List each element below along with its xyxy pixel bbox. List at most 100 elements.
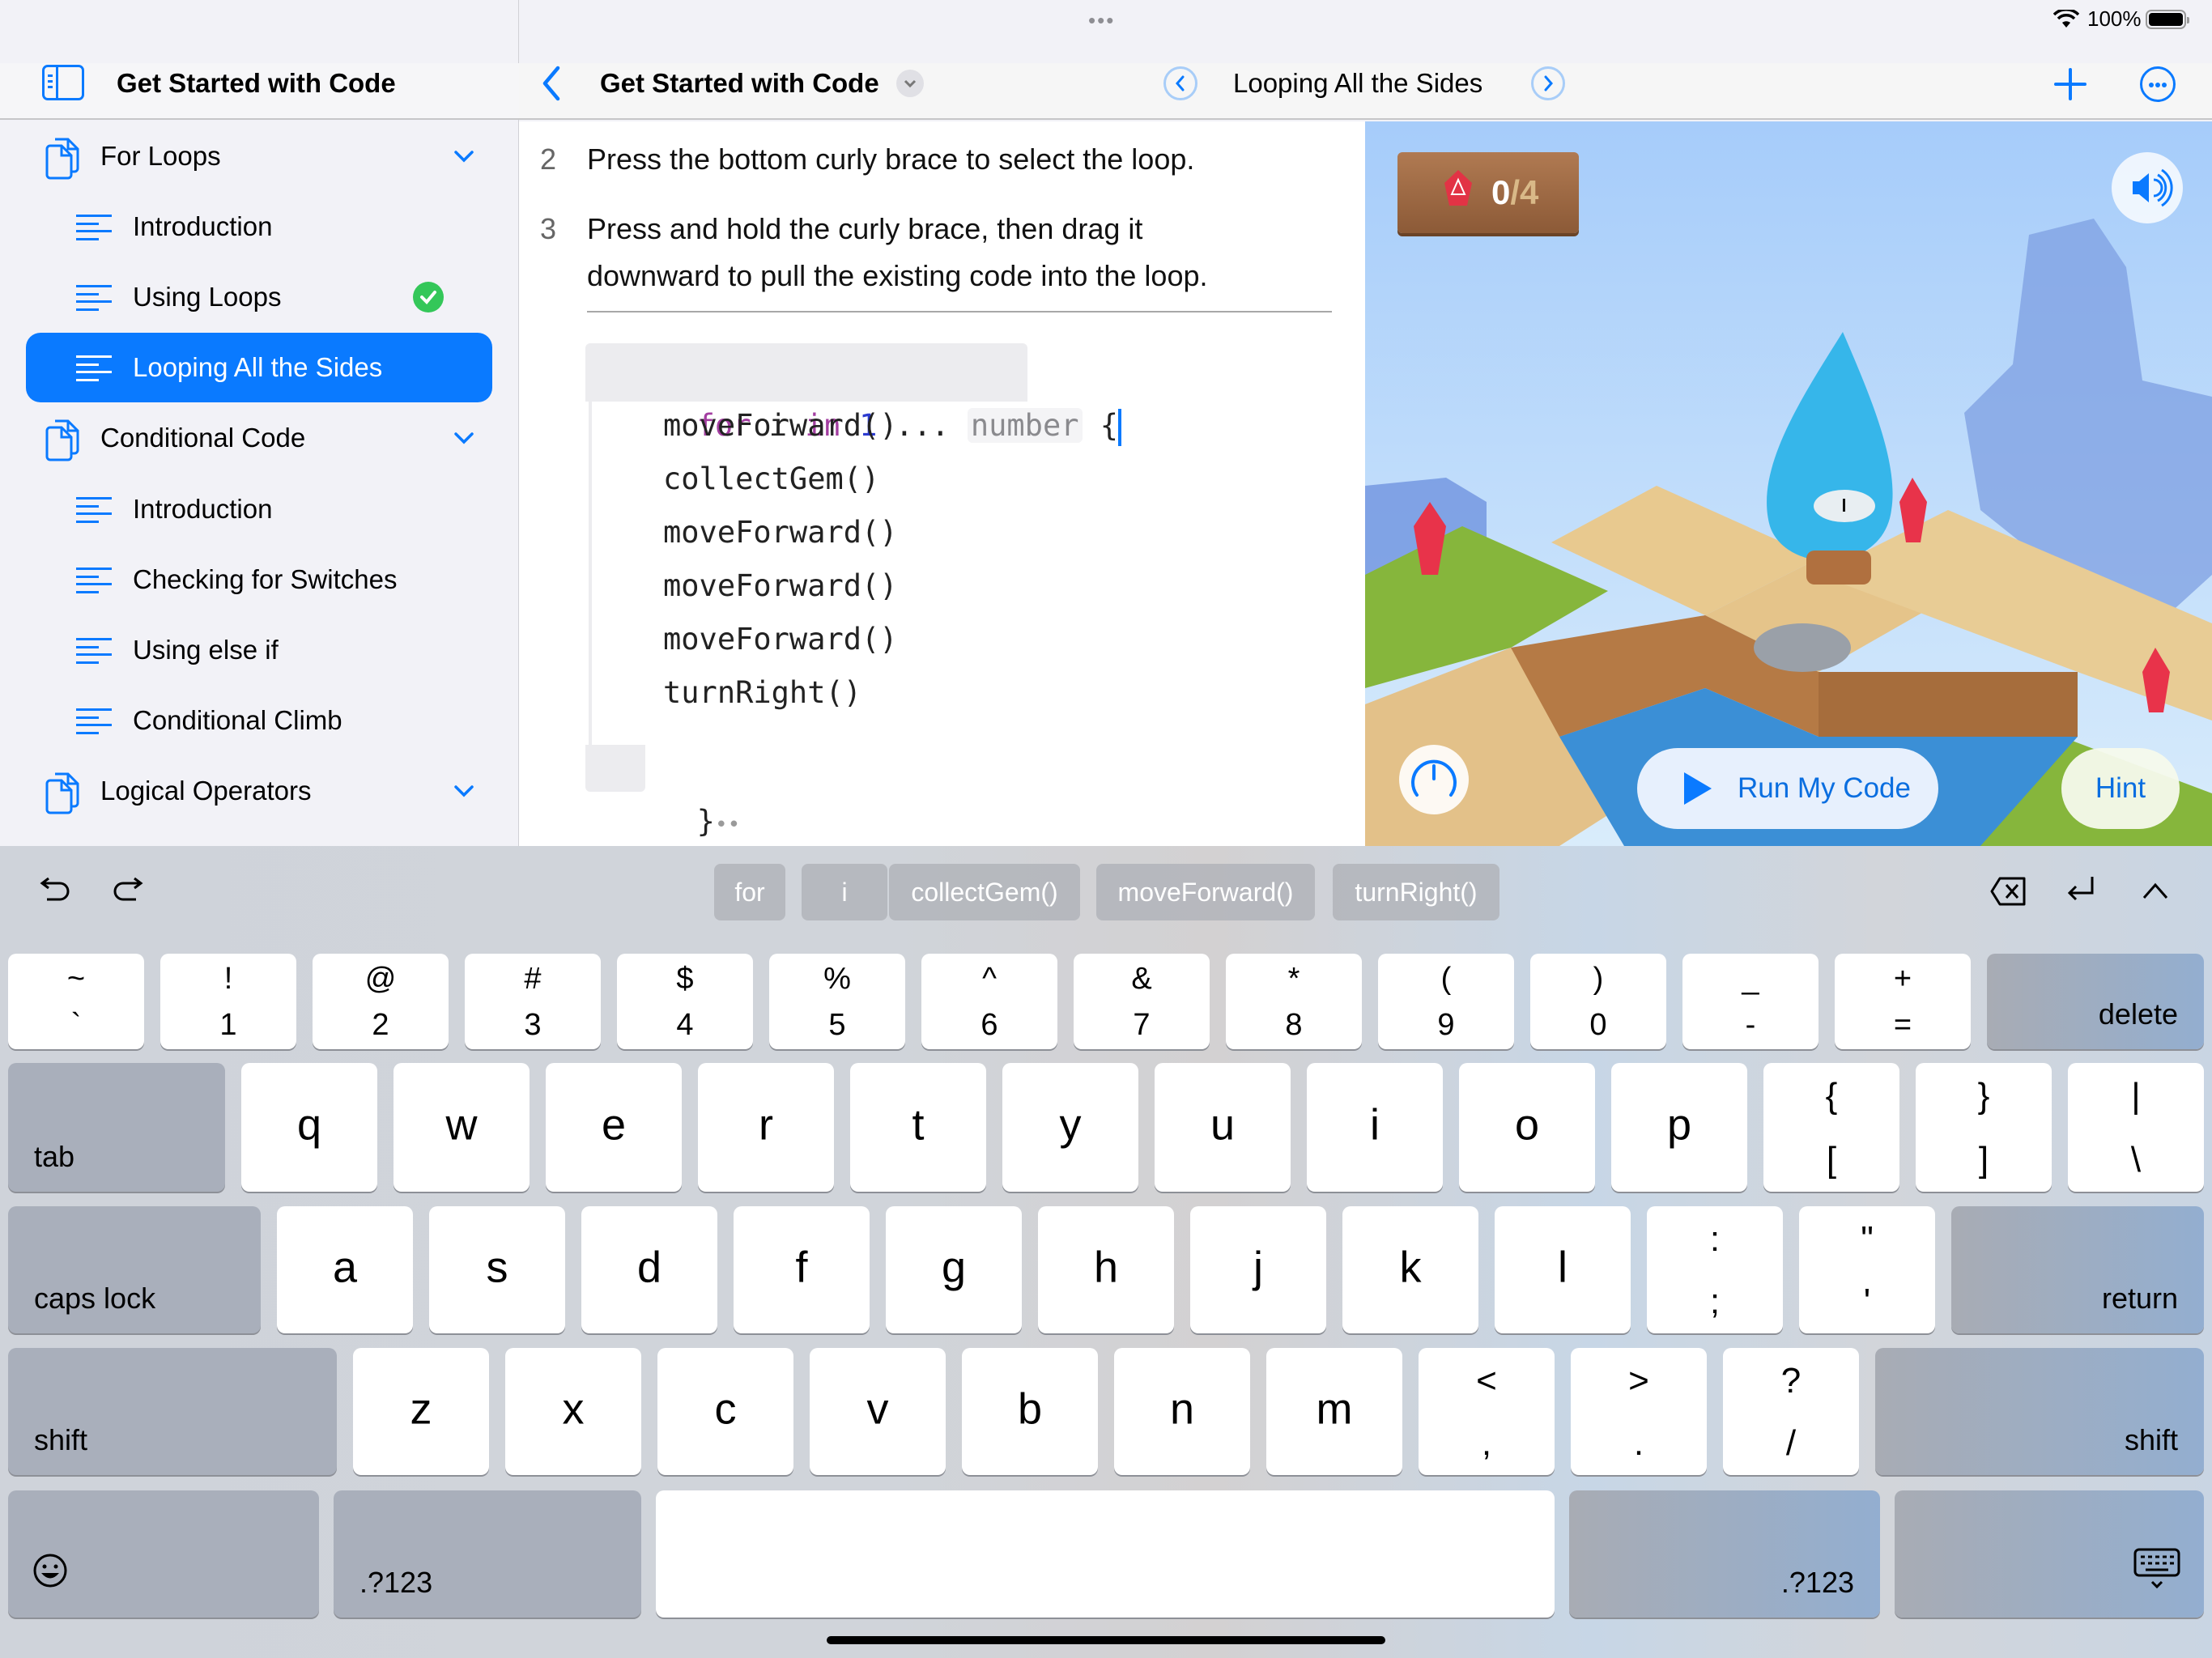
- key-f[interactable]: f: [734, 1206, 870, 1333]
- key-number-3[interactable]: #3: [465, 954, 601, 1049]
- number-placeholder[interactable]: number: [967, 408, 1083, 443]
- key-number-9[interactable]: (9: [1378, 954, 1514, 1049]
- key-c[interactable]: c: [657, 1348, 793, 1475]
- plus-icon[interactable]: [2054, 68, 2087, 100]
- delete-word-icon[interactable]: [1989, 875, 2027, 908]
- hide-keyboard-key[interactable]: [1895, 1490, 2204, 1618]
- key-q[interactable]: q: [241, 1063, 377, 1192]
- key-y[interactable]: y: [1002, 1063, 1138, 1192]
- sidebar-item-conditional-climb[interactable]: Conditional Climb: [26, 686, 492, 755]
- key-number-1[interactable]: ! 1: [160, 954, 296, 1049]
- book-title[interactable]: Get Started with Code: [600, 63, 879, 104]
- sidebar-item-using-loops[interactable]: Using Loops: [26, 262, 492, 332]
- key-s[interactable]: s: [429, 1206, 565, 1333]
- redo-icon[interactable]: [112, 875, 144, 908]
- key-bracket-2[interactable]: | \: [2068, 1063, 2204, 1192]
- sidebar-item-conditional-code[interactable]: Conditional Code: [26, 403, 492, 473]
- code-line-statement[interactable]: moveForward(): [663, 399, 898, 453]
- code-line-statement[interactable]: turnRight(): [663, 666, 861, 720]
- live-view[interactable]: 0/4 Run My Code Hint: [1365, 121, 2212, 846]
- emoji-key[interactable]: [8, 1490, 319, 1618]
- key-p[interactable]: p: [1611, 1063, 1747, 1192]
- undo-icon[interactable]: [39, 875, 71, 908]
- key-number-2[interactable]: @2: [313, 954, 449, 1049]
- key-bracket-1[interactable]: }]: [1916, 1063, 2052, 1192]
- key-g[interactable]: g: [886, 1206, 1022, 1333]
- key-number-11[interactable]: _ -: [1682, 954, 1819, 1049]
- title-menu-chevron-icon[interactable]: [896, 70, 924, 97]
- suggestion-chip[interactable]: collectGem(): [889, 864, 1080, 920]
- key-punct-2[interactable]: <,: [1419, 1348, 1555, 1475]
- previous-page-button[interactable]: [1163, 66, 1197, 100]
- key-r[interactable]: r: [698, 1063, 834, 1192]
- sound-button[interactable]: [2112, 152, 2183, 223]
- tab-key[interactable]: tab: [8, 1063, 225, 1192]
- multitasking-dots[interactable]: •••: [1088, 8, 1115, 33]
- key-punct-0[interactable]: :;: [1647, 1206, 1783, 1333]
- caps-lock-key[interactable]: caps lock: [8, 1206, 261, 1333]
- code-line-statement[interactable]: moveForward(): [663, 506, 898, 559]
- next-page-button[interactable]: [1531, 66, 1565, 100]
- key-number-5[interactable]: % 5: [769, 954, 905, 1049]
- key-k[interactable]: k: [1342, 1206, 1478, 1333]
- key-number-6[interactable]: ^ 6: [921, 954, 1057, 1049]
- key-punct-4[interactable]: ? /: [1723, 1348, 1859, 1475]
- key-x[interactable]: x: [505, 1348, 641, 1475]
- numbers-left-key[interactable]: .?123: [334, 1490, 641, 1618]
- key-number-7[interactable]: & 7: [1074, 954, 1210, 1049]
- shift-right-key[interactable]: shift: [1875, 1348, 2204, 1475]
- key-w[interactable]: w: [393, 1063, 530, 1192]
- key-d[interactable]: d: [581, 1206, 717, 1333]
- key-number-8[interactable]: * 8: [1226, 954, 1362, 1049]
- hint-button[interactable]: Hint: [2061, 748, 2180, 829]
- suggestion-chip[interactable]: turnRight(): [1333, 864, 1499, 920]
- numbers-right-key[interactable]: .?123: [1569, 1490, 1880, 1618]
- key-u[interactable]: u: [1155, 1063, 1291, 1192]
- key-number-0[interactable]: ~ `: [8, 954, 144, 1049]
- code-line-statement[interactable]: moveForward(): [663, 559, 898, 613]
- sidebar-item-using-else-if[interactable]: Using else if: [26, 615, 492, 685]
- sidebar-item-for-loops[interactable]: For Loops: [26, 121, 492, 191]
- return-key[interactable]: return: [1951, 1206, 2204, 1333]
- key-number-4[interactable]: $4: [617, 954, 753, 1049]
- chevron-down-icon[interactable]: [452, 779, 476, 803]
- key-h[interactable]: h: [1038, 1206, 1174, 1333]
- sidebar-item-logical-operators[interactable]: Logical Operators: [26, 756, 492, 826]
- key-number-10[interactable]: ) 0: [1530, 954, 1666, 1049]
- key-n[interactable]: n: [1114, 1348, 1250, 1475]
- key-e[interactable]: e: [546, 1063, 682, 1192]
- code-line-statement[interactable]: moveForward(): [663, 613, 898, 666]
- sidebar-toggle-icon[interactable]: [42, 65, 84, 100]
- shift-left-key[interactable]: shift: [8, 1348, 337, 1475]
- key-t[interactable]: t: [850, 1063, 986, 1192]
- suggestion-chip[interactable]: moveForward(): [1096, 864, 1315, 920]
- newline-icon[interactable]: [2065, 874, 2097, 906]
- suggestion-chip[interactable]: for: [714, 864, 785, 920]
- sidebar-item-checking-for-switches[interactable]: Checking for Switches: [26, 545, 492, 614]
- chevron-down-icon[interactable]: [452, 426, 476, 450]
- chevron-down-icon[interactable]: [452, 144, 476, 168]
- key-v[interactable]: v: [810, 1348, 946, 1475]
- key-bracket-0[interactable]: {[: [1763, 1063, 1899, 1192]
- key-b[interactable]: b: [962, 1348, 1098, 1475]
- key-punct-3[interactable]: >.: [1571, 1348, 1707, 1475]
- back-chevron-icon[interactable]: [538, 65, 563, 102]
- delete-key[interactable]: delete: [1987, 954, 2204, 1049]
- speed-button[interactable]: [1399, 745, 1469, 814]
- sidebar-item-introduction[interactable]: Introduction: [26, 192, 492, 261]
- key-j[interactable]: j: [1190, 1206, 1326, 1333]
- key-punct-1[interactable]: " ': [1799, 1206, 1935, 1333]
- key-a[interactable]: a: [277, 1206, 413, 1333]
- key-z[interactable]: z: [353, 1348, 489, 1475]
- code-line-statement[interactable]: collectGem(): [663, 453, 879, 506]
- caret-up-icon[interactable]: [2139, 875, 2172, 908]
- sidebar-item-introduction[interactable]: Introduction: [26, 474, 492, 544]
- space-bar[interactable]: [656, 1490, 1555, 1618]
- sidebar-item-looping-all-the-sides[interactable]: Looping All the Sides: [26, 333, 492, 402]
- key-number-12[interactable]: + =: [1835, 954, 1971, 1049]
- suggestion-chip[interactable]: i: [802, 864, 887, 920]
- home-indicator[interactable]: [827, 1636, 1385, 1644]
- key-m[interactable]: m: [1266, 1348, 1402, 1475]
- run-my-code-button[interactable]: Run My Code: [1637, 748, 1938, 829]
- key-l[interactable]: l: [1495, 1206, 1631, 1333]
